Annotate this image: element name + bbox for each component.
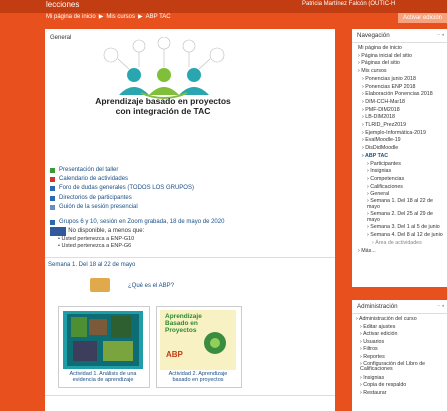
site-name[interactable]: lecciones (46, 0, 79, 9)
block-controls-icon[interactable]: – ◂ (437, 300, 444, 313)
activity-zoom-session[interactable]: Grupos 6 y 10, sesión en Zoom grabada, 1… (50, 218, 224, 227)
admin-item[interactable]: › Activar edición (356, 331, 447, 339)
nav-item[interactable]: › Semana 4. Del 8 al 12 de junio (358, 232, 447, 239)
admin-item[interactable]: › Configuración del Libro de Calificacio… (356, 361, 447, 374)
admin-item[interactable]: › Filtros (356, 346, 447, 354)
page-icon (50, 204, 55, 210)
activity-2-caption[interactable]: Actividad 2. Aprendizaje basado en proye… (156, 371, 240, 383)
activity-directories[interactable]: Directorios de participantes (50, 194, 224, 203)
admin-item[interactable]: › Restaurar (356, 390, 447, 398)
activity-session-guide[interactable]: Guión de la sesión presencial (50, 203, 224, 212)
file-icon (50, 168, 55, 174)
nav-item[interactable]: › ABP TAC (358, 153, 447, 161)
nav-item[interactable]: › Ponencias ENP 2018 (358, 84, 447, 92)
evidence-photo (63, 311, 143, 369)
administration-block: Administración – ◂ › Administración del … (352, 300, 447, 411)
forum-icon (50, 186, 55, 192)
nav-item[interactable]: › Ponencias junio 2018 (358, 76, 447, 84)
breadcrumb-home[interactable]: Mi página de inicio (46, 14, 96, 20)
nav-item[interactable]: › Área de actividades (358, 240, 447, 248)
admin-item[interactable]: › Editar ajustes (356, 324, 447, 332)
restriction-item: • Usted pertenezca a ENP-G6 (58, 242, 132, 249)
activity-forum[interactable]: Foro de dudas generales (TODOS LOS GRUPO… (50, 184, 224, 193)
section-title-week1[interactable]: Semana 1. Del 18 al 22 de mayo (48, 262, 135, 268)
administration-tree: › Administración del curso › Editar ajust… (352, 314, 447, 397)
nav-item[interactable]: › Competencias (358, 176, 447, 184)
nav-item[interactable]: › Página inicial del sitio (358, 53, 447, 61)
nav-item[interactable]: › Semana 3. Del 1 al 5 de junio (358, 224, 447, 231)
url-icon (50, 220, 55, 226)
calendar-icon (50, 177, 55, 183)
activity-presentation[interactable]: Presentación del taller (50, 166, 224, 175)
user-menu[interactable]: Patricia Martínez Falcón (OUTIC-H (302, 1, 395, 7)
top-bar: lecciones Patricia Martínez Falcón (OUTI… (0, 0, 447, 13)
section-divider (45, 395, 335, 396)
breadcrumb-separator: ▶ (98, 14, 104, 20)
admin-item[interactable]: › Usuarios (356, 339, 447, 347)
hero-title: Aprendizaje basado en proyectos con inte… (95, 96, 231, 116)
abp-poster: Aprendizaje Basado en Proyectos ABP (160, 310, 236, 370)
folder-icon (50, 195, 55, 201)
admin-item[interactable]: › Copia de respaldo (356, 382, 447, 390)
nav-item[interactable]: › Insignias (358, 168, 447, 176)
navigation-block-header: Navegación – ◂ (352, 29, 447, 43)
breadcrumb-my-courses[interactable]: Mis cursos (106, 14, 135, 20)
turn-editing-on-button[interactable]: Activar edición (397, 13, 447, 23)
administration-block-header: Administración – ◂ (352, 300, 447, 314)
block-controls-icon[interactable]: – ◂ (437, 29, 444, 42)
restriction-badge (50, 227, 67, 237)
breadcrumb-separator: ▶ (138, 14, 143, 20)
restriction-notice: No disponible, a menos que: (50, 227, 224, 237)
section-title-general: General (50, 35, 72, 41)
nav-item[interactable]: › LB-DIM2018 (358, 114, 447, 122)
breadcrumb: Mi página de inicio ▶ Mis cursos ▶ ABP TAC (46, 13, 174, 20)
what-is-abp-link[interactable]: ¿Qué es el ABP? (128, 283, 174, 289)
nav-item[interactable]: › DIM-CCH-Mar18 (358, 99, 447, 107)
nav-item[interactable]: › Calificaciones (358, 184, 447, 192)
nav-item[interactable]: › Elaboración Ponencias 2018 (358, 91, 447, 99)
navigation-tree: Mi página de inicio › Página inicial del … (352, 43, 447, 255)
breadcrumb-course[interactable]: ABP TAC (146, 14, 171, 20)
admin-item[interactable]: › Administración del curso (356, 316, 447, 324)
nav-item[interactable]: › EvalMoodle-19 (358, 137, 447, 145)
nav-item[interactable]: › Más... (358, 248, 447, 256)
speech-bubble-icon (90, 278, 110, 292)
nav-item[interactable]: › DisDidMoodle (358, 145, 447, 153)
nav-item[interactable]: Mi página de inicio (358, 45, 447, 53)
nav-item[interactable]: › PMF-DIM2018 (358, 107, 447, 115)
navigation-block: Navegación – ◂ Mi página de inicio › Pági… (352, 29, 447, 287)
section-divider (45, 257, 335, 258)
nav-item[interactable]: › Páginas del sitio (358, 60, 447, 68)
nav-item[interactable]: › TLRID_Prez2019 (358, 122, 447, 130)
nav-item[interactable]: › Semana 1. Del 18 al 22 de mayo (358, 198, 447, 211)
nav-item[interactable]: › Mis cursos (358, 68, 447, 76)
activity-1-caption[interactable]: Actividad 1. Análisis de una evidencia d… (58, 371, 148, 383)
admin-item[interactable]: › Insignias (356, 375, 447, 383)
nav-item[interactable]: › Semana 2. Del 25 al 29 de mayo (358, 211, 447, 224)
nav-item[interactable]: › Ejemplo-Informática-2019 (358, 130, 447, 138)
activity-calendar[interactable]: Calendario de actividades (50, 175, 224, 184)
nav-item[interactable]: › Participantes (358, 161, 447, 169)
activity-list: Presentación del taller Calendario de ac… (50, 166, 224, 249)
